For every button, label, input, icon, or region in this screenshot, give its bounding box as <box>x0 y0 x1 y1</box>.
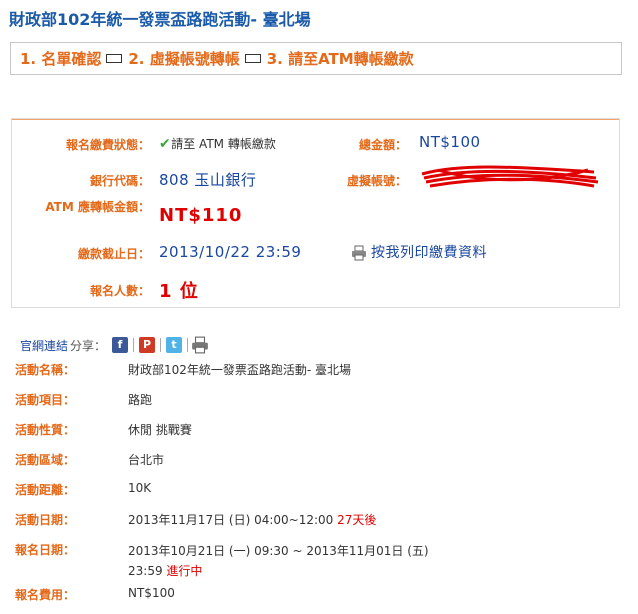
bank-label: 銀行代碼： <box>89 174 150 188</box>
detail-row-region: 活動區域： 台北市 <box>15 453 165 467</box>
share-row: 官網連結 分享： f P t <box>20 336 209 354</box>
detail-row-distance: 活動距離： 10K <box>15 481 152 497</box>
total-label: 總金額： <box>358 138 407 152</box>
deadline-label: 繳款截止日： <box>77 247 150 261</box>
facebook-icon[interactable]: f <box>112 337 129 353</box>
plurk-icon[interactable]: P <box>139 337 156 353</box>
step-separator-icon <box>106 54 123 63</box>
divider <box>133 338 135 352</box>
bank-value: 808 玉山銀行 <box>159 171 257 189</box>
detail-row-registration: 報名日期： 2013年10月21日 (一) 09:30 ~ 2013年11月01… <box>15 543 429 578</box>
count-label: 報名人數： <box>89 284 150 298</box>
status-value: ✔請至 ATM 轉帳繳款 <box>159 136 276 152</box>
registration-status: 進行中 <box>166 564 203 578</box>
printer-icon <box>352 245 366 261</box>
status-label: 報名繳費狀態： <box>65 138 150 152</box>
checkmark-icon: ✔ <box>159 136 172 152</box>
virtual-account-label: 虛擬帳號： <box>346 174 407 188</box>
print-icon[interactable] <box>191 336 209 354</box>
step-1: 1. 名單確認 <box>20 50 102 68</box>
detail-row-item: 活動項目： 路跑 <box>15 393 153 407</box>
redacted-account-scribble <box>421 165 599 188</box>
twitter-icon[interactable]: t <box>166 337 183 353</box>
count-value: 1 位 <box>159 281 199 302</box>
atm-amount-value: NT$110 <box>159 205 243 226</box>
share-label: 分享： <box>70 338 107 353</box>
atm-amount-label: ATM 應轉帳金額： <box>45 200 150 214</box>
page-title: 財政部102年統一發票盃路跑活動- 臺北場 <box>9 10 311 29</box>
payment-summary-box: 報名繳費狀態： ✔請至 ATM 轉帳繳款 總金額： NT$100 銀行代碼： 8… <box>11 118 620 308</box>
official-site-link[interactable]: 官網連結 <box>20 337 68 354</box>
days-remaining: 27天後 <box>337 513 377 527</box>
print-payment-link[interactable]: 按我列印繳費資料 <box>351 242 487 262</box>
detail-row-fee: 報名費用： NT$100 <box>15 586 175 602</box>
detail-row-type: 活動性質： 休閒 挑戰賽 <box>15 423 192 437</box>
detail-row-date: 活動日期： 2013年11月17日 (日) 04:00~12:00 27天後 <box>15 513 377 527</box>
steps-bar: 1. 名單確認 2. 虛擬帳號轉帳 3. 請至ATM轉帳繳款 <box>10 42 622 75</box>
step-3: 3. 請至ATM轉帳繳款 <box>266 50 414 68</box>
divider <box>160 338 162 352</box>
total-value: NT$100 <box>419 133 481 151</box>
divider <box>187 338 189 352</box>
step-2: 2. 虛擬帳號轉帳 <box>128 50 240 68</box>
detail-row-name: 活動名稱： 財政部102年統一發票盃路跑活動- 臺北場 <box>15 363 352 377</box>
step-separator-icon <box>244 54 261 63</box>
deadline-value: 2013/10/22 23:59 <box>159 243 302 261</box>
